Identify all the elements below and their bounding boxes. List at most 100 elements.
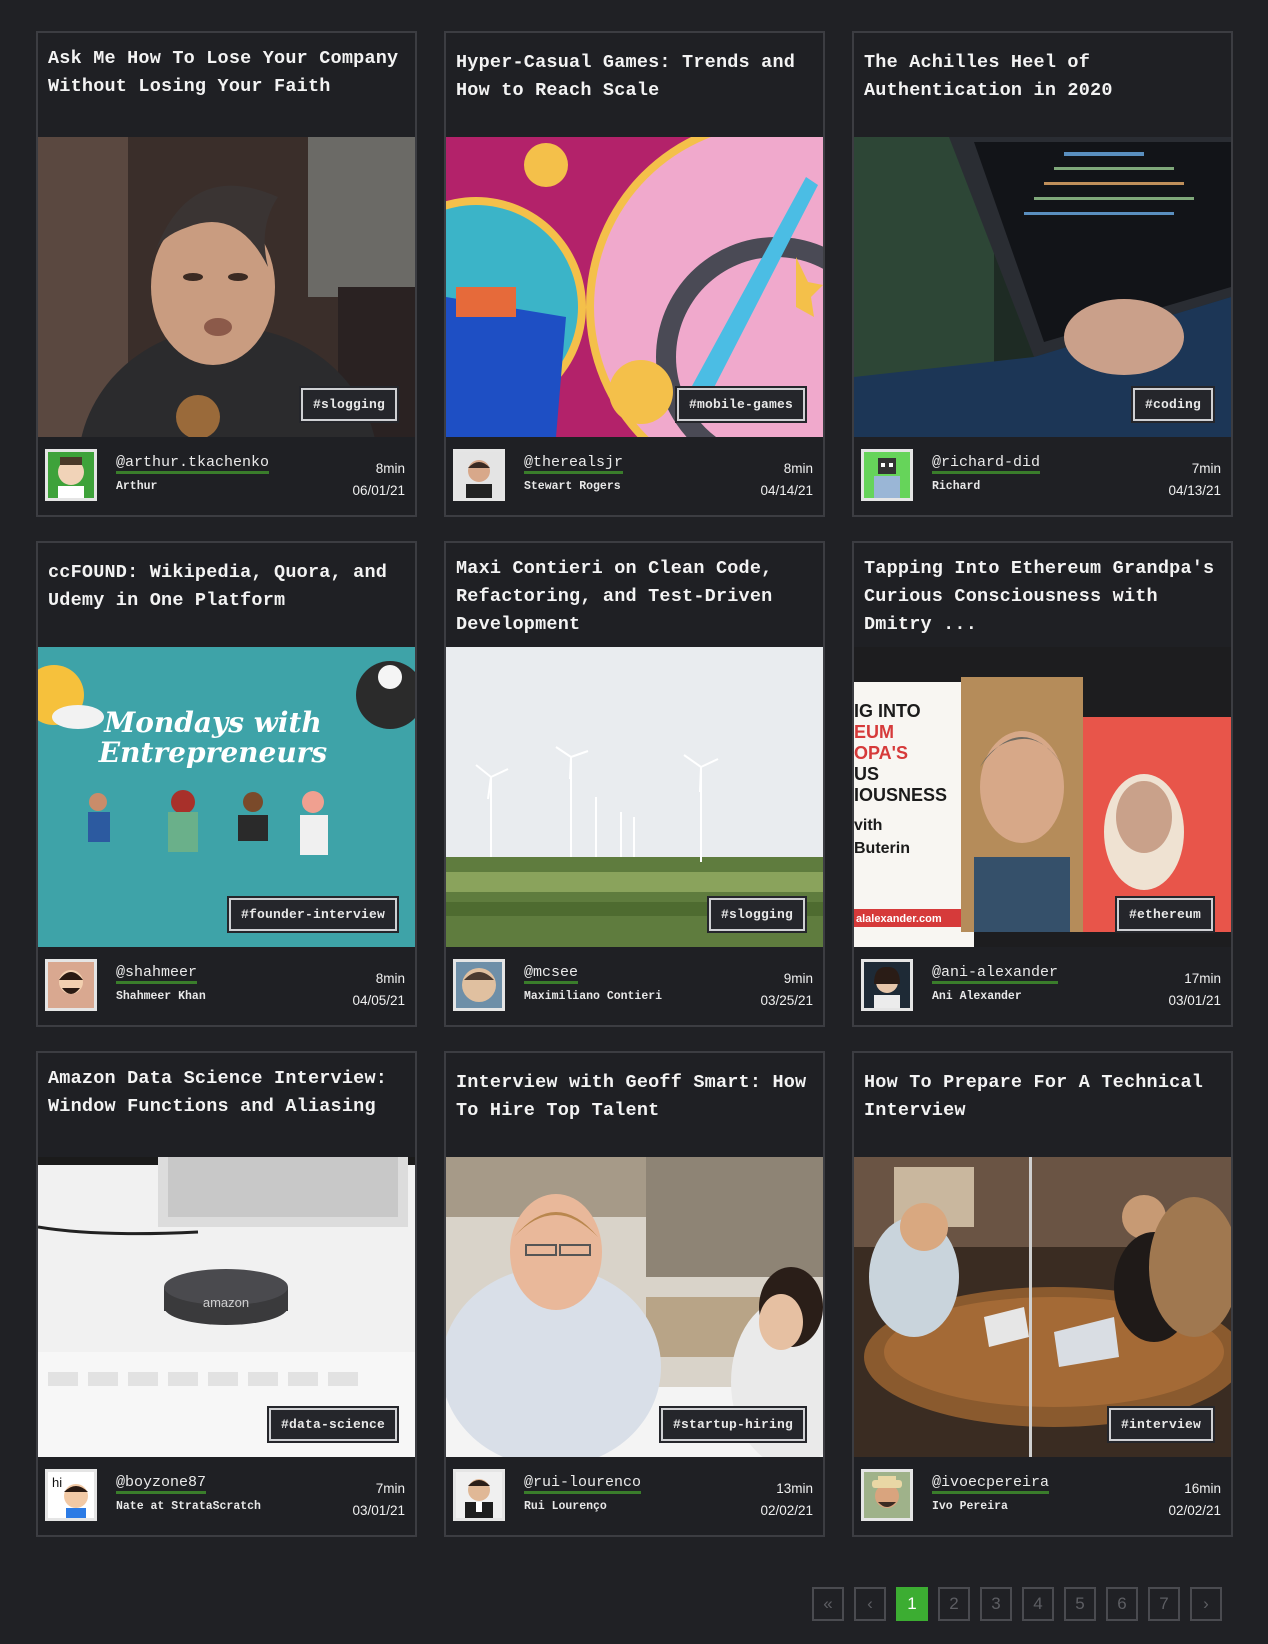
author-name: Ani Alexander [932,990,1022,1003]
read-time: 9min [783,971,813,986]
story-tag[interactable]: #mobile-games [674,386,808,423]
author-avatar[interactable] [45,959,97,1011]
svg-text:US: US [854,764,879,784]
author-handle[interactable]: @richard-did [932,454,1041,474]
page-button-3[interactable]: 3 [980,1587,1012,1621]
publish-date: 03/01/21 [352,1503,405,1518]
story-card[interactable]: The Achilles Heel of Authentication in 2… [852,31,1233,517]
read-time: 16min [1184,1481,1221,1496]
author-handle[interactable]: @ani-alexander [932,964,1059,984]
story-tag[interactable]: #slogging [706,896,808,933]
story-title[interactable]: Tapping Into Ethereum Grandpa's Curious … [854,543,1231,647]
story-image[interactable]: IG INTO EUM OPA'S US IOUSNESS vith Buter… [854,647,1231,947]
story-title[interactable]: Maxi Contieri on Clean Code, Refactoring… [446,543,823,647]
story-footer: @ivoecpereira Ivo Pereira 16min 02/02/21 [854,1457,1231,1535]
story-card[interactable]: Amazon Data Science Interview: Window Fu… [36,1051,417,1537]
story-title[interactable]: Hyper-Casual Games: Trends and How to Re… [446,33,823,137]
author-avatar[interactable] [453,449,505,501]
prev-page-button[interactable]: ‹ [854,1587,886,1621]
story-title[interactable]: Ask Me How To Lose Your Company Without … [38,33,415,137]
story-card[interactable]: How To Prepare For A Technical Interview… [852,1051,1233,1537]
read-time: 17min [1184,971,1221,986]
story-footer: @arthur.tkachenko Arthur 8min 06/01/21 [38,437,415,515]
svg-text:Buterin: Buterin [854,840,910,857]
svg-text:IG INTO: IG INTO [854,701,921,721]
story-footer: @shahmeer Shahmeer Khan 8min 04/05/21 [38,947,415,1025]
story-card[interactable]: ccFOUND: Wikipedia, Quora, and Udemy in … [36,541,417,1027]
page-button-6[interactable]: 6 [1106,1587,1138,1621]
read-time: 8min [783,461,813,476]
story-card[interactable]: Hyper-Casual Games: Trends and How to Re… [444,31,825,517]
next-page-button[interactable]: › [1190,1587,1222,1621]
author-avatar[interactable] [861,1469,913,1521]
publish-date: 04/14/21 [760,483,813,498]
story-footer: @mcsee Maximiliano Contieri 9min 03/25/2… [446,947,823,1025]
story-title[interactable]: Amazon Data Science Interview: Window Fu… [38,1053,415,1157]
story-footer: @rui-lourenco Rui Lourenço 13min 02/02/2… [446,1457,823,1535]
publish-date: 02/02/21 [760,1503,813,1518]
author-name: Richard [932,480,981,493]
page-button-7[interactable]: 7 [1148,1587,1180,1621]
read-time: 13min [776,1481,813,1496]
story-image[interactable]: #startup-hiring [446,1157,823,1457]
story-title[interactable]: ccFOUND: Wikipedia, Quora, and Udemy in … [38,543,415,647]
author-handle[interactable]: @arthur.tkachenko [116,454,270,474]
author-avatar[interactable] [861,959,913,1011]
story-image[interactable]: #slogging [38,137,415,437]
story-title[interactable]: How To Prepare For A Technical Interview [854,1053,1231,1157]
story-title[interactable]: Interview with Geoff Smart: How To Hire … [446,1053,823,1157]
author-name: Nate at StrataScratch [116,1500,261,1513]
story-image[interactable]: amazon #data-science [38,1157,415,1457]
story-tag[interactable]: #slogging [298,386,400,423]
story-title[interactable]: The Achilles Heel of Authentication in 2… [854,33,1231,137]
author-avatar[interactable] [861,449,913,501]
page-button-1[interactable]: 1 [896,1587,928,1621]
svg-text:EUM: EUM [854,722,894,742]
story-card[interactable]: Interview with Geoff Smart: How To Hire … [444,1051,825,1537]
story-image[interactable]: #coding [854,137,1231,437]
page-button-2[interactable]: 2 [938,1587,970,1621]
author-handle[interactable]: @mcsee [524,964,579,984]
story-tag[interactable]: #startup-hiring [658,1406,808,1443]
image-caption-line1: Mondays with [103,706,322,739]
publish-date: 02/02/21 [1168,1503,1221,1518]
author-avatar[interactable] [453,1469,505,1521]
story-footer: hi @boyzone87 Nate at StrataScratch 7min… [38,1457,415,1535]
read-time: 7min [1191,461,1221,476]
story-card[interactable]: Maxi Contieri on Clean Code, Refactoring… [444,541,825,1027]
author-handle[interactable]: @ivoecpereira [932,1474,1050,1494]
publish-date: 03/01/21 [1168,993,1221,1008]
story-image[interactable]: #slogging [446,647,823,947]
story-tag[interactable]: #interview [1106,1406,1216,1443]
story-card[interactable]: Ask Me How To Lose Your Company Without … [36,31,417,517]
page-button-5[interactable]: 5 [1064,1587,1096,1621]
read-time: 7min [375,1481,405,1496]
read-time: 8min [375,461,405,476]
svg-text:OPA'S: OPA'S [854,743,908,763]
author-avatar[interactable] [45,449,97,501]
first-page-button[interactable]: « [812,1587,844,1621]
author-handle[interactable]: @boyzone87 [116,1474,207,1494]
story-tag[interactable]: #data-science [266,1406,400,1443]
story-card[interactable]: Tapping Into Ethereum Grandpa's Curious … [852,541,1233,1027]
author-handle[interactable]: @therealsjr [524,454,624,474]
author-handle[interactable]: @rui-lourenco [524,1474,642,1494]
story-tag[interactable]: #ethereum [1114,896,1216,933]
author-name: Shahmeer Khan [116,990,206,1003]
story-tag[interactable]: #founder-interview [226,896,400,933]
story-footer: @richard-did Richard 7min 04/13/21 [854,437,1231,515]
story-image[interactable]: #interview [854,1157,1231,1457]
author-avatar[interactable] [453,959,505,1011]
svg-text:alalexander.com: alalexander.com [856,913,942,925]
story-image[interactable]: #mobile-games [446,137,823,437]
author-handle[interactable]: @shahmeer [116,964,198,984]
story-image[interactable]: Mondays with Entrepreneurs #founder-inte… [38,647,415,947]
author-name: Stewart Rogers [524,480,621,493]
image-brand-text: amazon [203,1295,249,1310]
read-time: 8min [375,971,405,986]
author-avatar[interactable]: hi [45,1469,97,1521]
page-button-4[interactable]: 4 [1022,1587,1054,1621]
story-tag[interactable]: #coding [1130,386,1216,423]
author-name: Arthur [116,480,158,493]
author-name: Rui Lourenço [524,1500,607,1513]
